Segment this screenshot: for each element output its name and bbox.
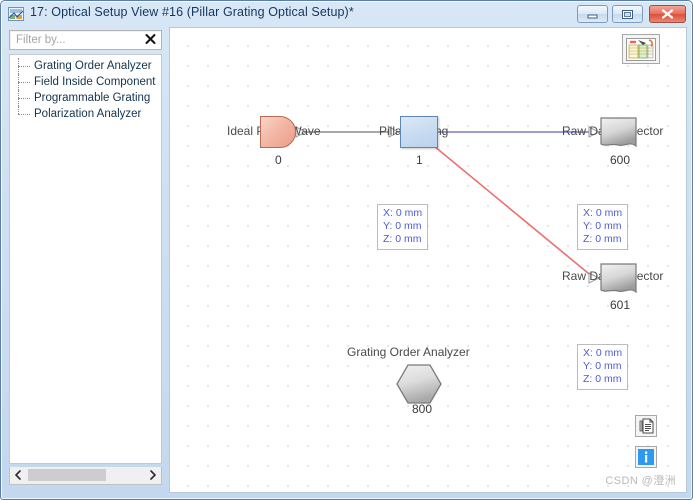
node-pillar-grating[interactable] [400,116,438,148]
coord-y: Y: 0 mm [583,360,622,372]
document-icon[interactable] [635,415,657,437]
coord-z: Z: 0 mm [583,233,622,245]
tree-guide-line [18,106,19,114]
node-ideal-plane-wave[interactable] [260,116,296,148]
node-grating-order-analyzer[interactable] [396,363,442,404]
tree-connector-icon [18,114,30,115]
node-number-1: 1 [416,153,423,167]
tree-connector-icon [18,82,30,83]
node-number-800: 800 [412,402,433,416]
node-label-grating-order-analyzer: Grating Order Analyzer [347,345,470,359]
tree-item-label: Field Inside Component [34,76,156,88]
node-number-600: 600 [610,153,631,167]
filter-clear-icon[interactable] [145,33,156,48]
title-bar: 17: Optical Setup View #16 (Pillar Grati… [1,1,693,27]
tree-item-programmable-grating[interactable]: Programmable Grating [10,90,161,106]
coordinate-box-detector-601: X: 0 mm Y: 0 mm Z: 0 mm [577,344,629,390]
tree-item-label: Polarization Analyzer [34,108,142,120]
coord-x: X: 0 mm [583,207,623,219]
minimize-button[interactable] [577,5,608,23]
filter-input[interactable]: Filter by... [16,34,66,46]
coord-y: Y: 0 mm [583,220,622,232]
tree-item-grating-order-analyzer[interactable]: Grating Order Analyzer [10,58,161,74]
tree-connector-icon [18,66,30,67]
tree-connector-icon [18,98,30,99]
node-number-0: 0 [275,153,282,167]
spreadsheet-icon[interactable] [622,34,660,64]
filter-field[interactable]: Filter by... [9,30,162,50]
port-layer [295,126,601,284]
component-browser-panel: Filter by... Grating Order Analyzer Fiel… [5,27,166,493]
optical-setup-canvas[interactable]: Ideal Plane Wave 0 Pillar Grating 1 Raw … [170,28,686,492]
optical-setup-canvas-container[interactable]: Ideal Plane Wave 0 Pillar Grating 1 Raw … [169,27,687,493]
component-tree[interactable]: Grating Order Analyzer Field Inside Comp… [9,54,162,464]
tree-item-label: Programmable Grating [34,92,151,104]
scrollbar-thumb[interactable] [28,469,106,481]
maximize-button[interactable] [612,5,643,23]
node-raw-data-detector-600[interactable] [600,117,638,148]
window-title: 17: Optical Setup View #16 (Pillar Grati… [30,5,354,19]
node-raw-data-detector-601[interactable] [600,263,638,294]
scroll-right-arrow-icon[interactable] [145,467,161,483]
close-button[interactable] [649,5,686,23]
scroll-left-arrow-icon[interactable] [10,467,26,483]
watermark: CSDN @澄洲 [605,475,676,487]
client-area: Filter by... Grating Order Analyzer Fiel… [5,27,690,497]
coord-z: Z: 0 mm [583,373,622,385]
coordinate-box-grating: X: 0 mm Y: 0 mm Z: 0 mm [377,204,429,250]
coordinate-box-detector-600: X: 0 mm Y: 0 mm Z: 0 mm [577,204,629,250]
application-window: 17: Optical Setup View #16 (Pillar Grati… [0,0,693,500]
coord-z: Z: 0 mm [383,233,422,245]
tree-item-label: Grating Order Analyzer [34,60,152,72]
coord-x: X: 0 mm [583,347,623,359]
tree-item-field-inside-component[interactable]: Field Inside Component [10,74,161,90]
coord-x: X: 0 mm [383,207,423,219]
tree-item-polarization-analyzer[interactable]: Polarization Analyzer [10,106,161,122]
sidebar-horizontal-scrollbar[interactable] [9,467,162,485]
optical-setup-icon [8,6,24,22]
node-number-601: 601 [610,298,631,312]
coord-y: Y: 0 mm [383,220,422,232]
info-icon[interactable] [635,446,657,468]
